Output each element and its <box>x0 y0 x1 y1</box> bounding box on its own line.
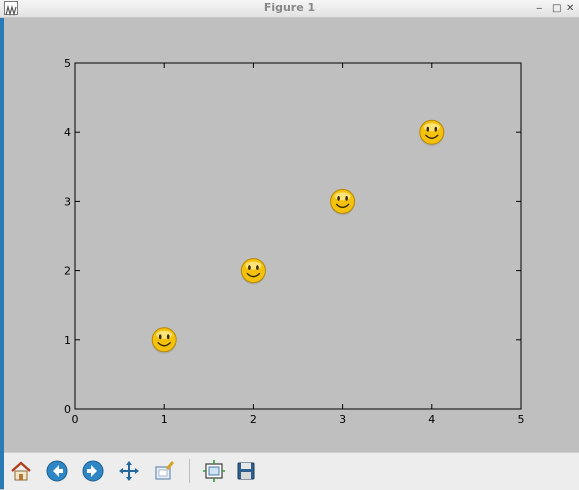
marker-eye-left <box>337 196 340 201</box>
x-tick-label: 5 <box>518 413 525 426</box>
x-tick-label: 4 <box>428 413 435 426</box>
window-titlebar[interactable]: Figure 1 ‒ □ ✕ <box>0 0 579 18</box>
marker-highlight <box>245 261 262 270</box>
minimize-button[interactable]: ‒ <box>536 0 542 17</box>
save-floppy-icon <box>237 462 255 480</box>
back-arrow-icon <box>46 460 68 482</box>
subplots-config-icon <box>203 460 225 482</box>
marker-eye-right <box>166 334 170 340</box>
x-tick-label: 2 <box>250 413 257 426</box>
y-tick-label: 4 <box>64 126 71 139</box>
y-tick-label: 1 <box>64 334 71 347</box>
x-tick-label: 3 <box>339 413 346 426</box>
data-point-3 <box>330 188 356 216</box>
configure-subplots-button[interactable] <box>201 458 227 484</box>
data-point-4 <box>419 119 445 147</box>
scatter-plot: 0 1 2 3 4 5 0 1 2 3 4 5 <box>64 57 525 426</box>
y-tick-label: 2 <box>64 265 71 278</box>
forward-button[interactable] <box>80 458 106 484</box>
axes-frame <box>74 62 522 410</box>
zoom-rect-icon <box>155 461 175 480</box>
marker-eye-left <box>248 265 251 270</box>
x-tick-label: 1 <box>161 413 168 426</box>
pan-move-icon <box>119 461 139 481</box>
y-tick-label: 3 <box>64 195 71 208</box>
data-point-1 <box>151 327 177 354</box>
navigation-toolbar <box>4 452 579 490</box>
close-button[interactable]: ✕ <box>566 0 574 17</box>
forward-arrow-icon <box>82 460 104 482</box>
window-title: Figure 1 <box>263 1 316 14</box>
marker-highlight <box>334 192 351 201</box>
marker-eye-left <box>158 334 162 340</box>
marker-highlight <box>423 123 440 132</box>
marker-eye-right <box>256 265 259 270</box>
data-point-2 <box>240 258 266 285</box>
y-tick-label: 0 <box>64 403 71 416</box>
marker-eye-left <box>426 126 430 132</box>
figure-canvas[interactable]: 0 1 2 3 4 5 0 1 2 3 4 5 <box>4 18 579 452</box>
y-tick-label: 5 <box>64 57 71 70</box>
home-icon <box>11 461 31 481</box>
x-tick-label: 0 <box>72 413 79 426</box>
marker-highlight <box>156 330 173 339</box>
home-button[interactable] <box>8 458 34 484</box>
save-button[interactable] <box>233 458 259 484</box>
back-button[interactable] <box>44 458 70 484</box>
marker-eye-right <box>345 196 348 201</box>
zoom-button[interactable] <box>152 458 178 484</box>
marker-eye-right <box>434 126 438 132</box>
pan-button[interactable] <box>116 458 142 484</box>
maximize-button[interactable]: □ <box>552 0 561 17</box>
toolbar-separator <box>189 459 190 483</box>
